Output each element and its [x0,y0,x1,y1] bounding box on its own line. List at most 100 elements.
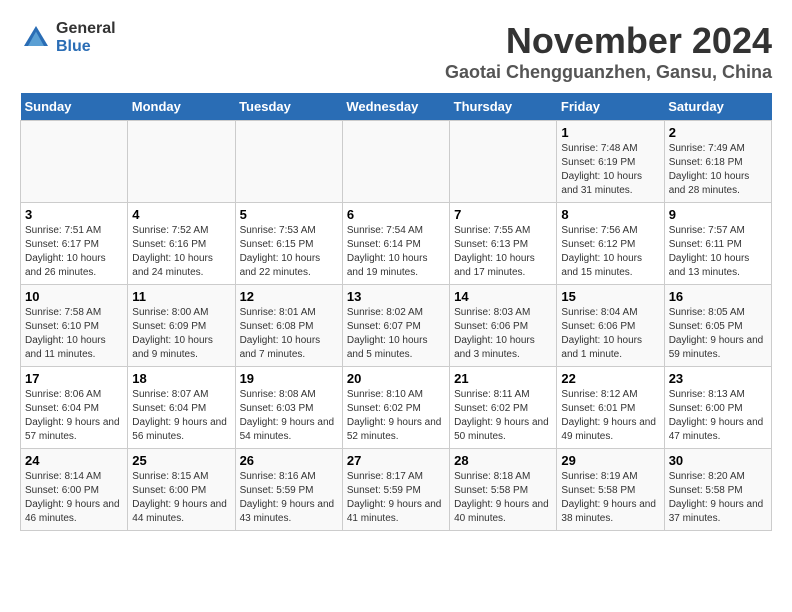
day-number: 1 [561,125,659,140]
day-info: Sunrise: 8:15 AM Sunset: 6:00 PM Dayligh… [132,470,230,526]
title-section: November 2024 Gaotai Chengguanzhen, Gans… [445,20,772,83]
calendar-cell: 22 Sunrise: 8:12 AM Sunset: 6:01 PM Dayli… [557,367,664,449]
day-info: Sunrise: 8:13 AM Sunset: 6:00 PM Dayligh… [669,388,767,444]
day-info: Sunrise: 8:18 AM Sunset: 5:58 PM Dayligh… [454,470,552,526]
day-info: Sunrise: 7:54 AM Sunset: 6:14 PM Dayligh… [347,224,445,280]
day-number: 8 [561,207,659,222]
calendar-cell: 1 Sunrise: 7:48 AM Sunset: 6:19 PM Daylig… [557,121,664,203]
calendar-cell [450,121,557,203]
day-info: Sunrise: 8:04 AM Sunset: 6:06 PM Dayligh… [561,306,659,362]
weekday-header-sunday: Sunday [21,93,128,121]
calendar-cell [21,121,128,203]
calendar-cell: 30 Sunrise: 8:20 AM Sunset: 5:58 PM Dayli… [664,449,771,531]
day-info: Sunrise: 7:53 AM Sunset: 6:15 PM Dayligh… [240,224,338,280]
calendar-week-row: 1 Sunrise: 7:48 AM Sunset: 6:19 PM Daylig… [21,121,772,203]
day-number: 29 [561,453,659,468]
logo-text: General Blue [56,20,116,55]
day-number: 27 [347,453,445,468]
logo: General Blue [20,20,116,55]
day-number: 12 [240,289,338,304]
location-title: Gaotai Chengguanzhen, Gansu, China [445,62,772,83]
day-number: 20 [347,371,445,386]
day-number: 5 [240,207,338,222]
calendar-cell: 28 Sunrise: 8:18 AM Sunset: 5:58 PM Dayli… [450,449,557,531]
day-number: 30 [669,453,767,468]
day-number: 22 [561,371,659,386]
calendar-cell: 20Sunrise: 8:10 AM Sunset: 6:02 PM Dayli… [342,367,449,449]
day-info: Sunrise: 7:56 AM Sunset: 6:12 PM Dayligh… [561,224,659,280]
calendar-cell: 10Sunrise: 7:58 AM Sunset: 6:10 PM Dayli… [21,285,128,367]
day-number: 2 [669,125,767,140]
calendar-cell: 14Sunrise: 8:03 AM Sunset: 6:06 PM Dayli… [450,285,557,367]
day-info: Sunrise: 7:55 AM Sunset: 6:13 PM Dayligh… [454,224,552,280]
calendar-cell: 11Sunrise: 8:00 AM Sunset: 6:09 PM Dayli… [128,285,235,367]
calendar-cell: 17 Sunrise: 8:06 AM Sunset: 6:04 PM Dayli… [21,367,128,449]
month-title: November 2024 [445,20,772,62]
logo-icon [20,22,52,54]
day-number: 28 [454,453,552,468]
day-number: 7 [454,207,552,222]
calendar-cell: 15 Sunrise: 8:04 AM Sunset: 6:06 PM Dayli… [557,285,664,367]
day-info: Sunrise: 8:16 AM Sunset: 5:59 PM Dayligh… [240,470,338,526]
day-info: Sunrise: 8:05 AM Sunset: 6:05 PM Dayligh… [669,306,767,362]
calendar-cell: 21 Sunrise: 8:11 AM Sunset: 6:02 PM Dayli… [450,367,557,449]
calendar-week-row: 17 Sunrise: 8:06 AM Sunset: 6:04 PM Dayli… [21,367,772,449]
calendar-cell: 24 Sunrise: 8:14 AM Sunset: 6:00 PM Dayli… [21,449,128,531]
day-info: Sunrise: 8:07 AM Sunset: 6:04 PM Dayligh… [132,388,230,444]
day-info: Sunrise: 7:52 AM Sunset: 6:16 PM Dayligh… [132,224,230,280]
calendar-cell: 16 Sunrise: 8:05 AM Sunset: 6:05 PM Dayli… [664,285,771,367]
day-number: 19 [240,371,338,386]
calendar-cell: 12 Sunrise: 8:01 AM Sunset: 6:08 PM Dayli… [235,285,342,367]
calendar-cell: 29Sunrise: 8:19 AM Sunset: 5:58 PM Dayli… [557,449,664,531]
calendar-cell: 27 Sunrise: 8:17 AM Sunset: 5:59 PM Dayli… [342,449,449,531]
calendar-cell [235,121,342,203]
day-number: 4 [132,207,230,222]
day-info: Sunrise: 8:06 AM Sunset: 6:04 PM Dayligh… [25,388,123,444]
day-number: 13 [347,289,445,304]
day-number: 17 [25,371,123,386]
day-info: Sunrise: 7:57 AM Sunset: 6:11 PM Dayligh… [669,224,767,280]
logo-blue-text: Blue [56,38,116,56]
day-info: Sunrise: 8:20 AM Sunset: 5:58 PM Dayligh… [669,470,767,526]
calendar-cell: 9Sunrise: 7:57 AM Sunset: 6:11 PM Daylig… [664,203,771,285]
day-info: Sunrise: 8:11 AM Sunset: 6:02 PM Dayligh… [454,388,552,444]
weekday-header-monday: Monday [128,93,235,121]
day-number: 24 [25,453,123,468]
calendar-cell: 2Sunrise: 7:49 AM Sunset: 6:18 PM Daylig… [664,121,771,203]
calendar-cell: 26 Sunrise: 8:16 AM Sunset: 5:59 PM Dayli… [235,449,342,531]
calendar-cell: 8 Sunrise: 7:56 AM Sunset: 6:12 PM Daylig… [557,203,664,285]
calendar-cell: 13Sunrise: 8:02 AM Sunset: 6:07 PM Dayli… [342,285,449,367]
day-info: Sunrise: 8:14 AM Sunset: 6:00 PM Dayligh… [25,470,123,526]
day-info: Sunrise: 8:17 AM Sunset: 5:59 PM Dayligh… [347,470,445,526]
calendar-cell: 19 Sunrise: 8:08 AM Sunset: 6:03 PM Dayli… [235,367,342,449]
day-number: 18 [132,371,230,386]
calendar-cell: 23Sunrise: 8:13 AM Sunset: 6:00 PM Dayli… [664,367,771,449]
day-number: 15 [561,289,659,304]
calendar-week-row: 3Sunrise: 7:51 AM Sunset: 6:17 PM Daylig… [21,203,772,285]
page-header: General Blue November 2024 Gaotai Chengg… [20,20,772,83]
day-number: 11 [132,289,230,304]
calendar-cell: 5 Sunrise: 7:53 AM Sunset: 6:15 PM Daylig… [235,203,342,285]
calendar-week-row: 10Sunrise: 7:58 AM Sunset: 6:10 PM Dayli… [21,285,772,367]
day-number: 6 [347,207,445,222]
day-info: Sunrise: 8:12 AM Sunset: 6:01 PM Dayligh… [561,388,659,444]
calendar-cell: 4 Sunrise: 7:52 AM Sunset: 6:16 PM Daylig… [128,203,235,285]
calendar-cell [342,121,449,203]
weekday-header-thursday: Thursday [450,93,557,121]
day-info: Sunrise: 8:01 AM Sunset: 6:08 PM Dayligh… [240,306,338,362]
weekday-header-saturday: Saturday [664,93,771,121]
day-info: Sunrise: 8:08 AM Sunset: 6:03 PM Dayligh… [240,388,338,444]
day-info: Sunrise: 7:51 AM Sunset: 6:17 PM Dayligh… [25,224,123,280]
day-number: 26 [240,453,338,468]
calendar-cell: 3Sunrise: 7:51 AM Sunset: 6:17 PM Daylig… [21,203,128,285]
logo-general-text: General [56,20,116,38]
calendar-cell: 18 Sunrise: 8:07 AM Sunset: 6:04 PM Dayli… [128,367,235,449]
day-number: 14 [454,289,552,304]
day-number: 21 [454,371,552,386]
calendar-cell [128,121,235,203]
day-info: Sunrise: 7:48 AM Sunset: 6:19 PM Dayligh… [561,142,659,198]
calendar-table: SundayMondayTuesdayWednesdayThursdayFrid… [20,93,772,531]
weekday-header-wednesday: Wednesday [342,93,449,121]
calendar-cell: 25Sunrise: 8:15 AM Sunset: 6:00 PM Dayli… [128,449,235,531]
day-number: 16 [669,289,767,304]
